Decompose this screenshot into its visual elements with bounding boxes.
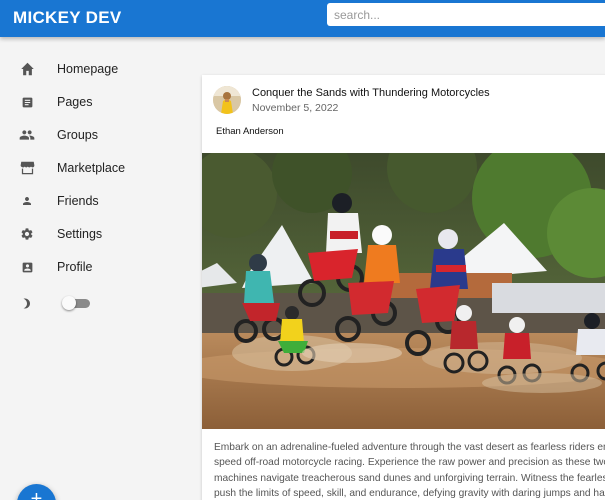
sidebar-item-label: Friends [57,194,99,208]
post-body-line: push the limits of speed, skill, and end… [214,487,605,499]
theme-row [0,288,60,318]
search-input[interactable] [327,3,605,26]
sidebar-item-profile[interactable]: Profile [0,252,190,282]
gear-icon [19,226,35,242]
sidebar-item-settings[interactable]: Settings [0,219,190,249]
sidebar-item-label: Homepage [57,62,119,76]
add-icon: + [30,488,43,500]
sidebar-item-groups[interactable]: Groups [0,120,190,150]
post-body: Embark on an adrenaline-fueled adventure… [214,440,605,500]
sidebar-item-label: Settings [57,227,103,241]
motocross-riders-jumping-photo [202,153,605,429]
sidebar-item-label: Pages [57,95,93,109]
article-icon [19,94,35,110]
post-title[interactable]: Conquer the Sands with Thundering Motorc… [252,87,490,99]
top-app-bar: MICKEY DEV [0,0,605,37]
group-icon [19,127,35,143]
account-box-icon [19,259,35,275]
home-icon [19,61,35,77]
post-date: November 5, 2022 [252,102,339,114]
sidebar-item-label: Groups [57,128,98,142]
post-body-line: machines navigate treacherous sand dunes… [214,472,605,484]
storefront-icon [19,160,35,176]
post-body-line: speed off-road motorcycle racing. Experi… [214,457,605,469]
sidebar-item-homepage[interactable]: Homepage [0,54,190,84]
app-title[interactable]: MICKEY DEV [13,8,122,28]
sidebar-item-label: Profile [57,260,93,274]
sidebar: Homepage Pages Groups Marketplace Friend… [0,37,200,500]
dark-mode-icon [19,295,35,311]
sidebar-item-pages[interactable]: Pages [0,87,190,117]
toggle-knob [62,296,76,310]
post-card: Conquer the Sands with Thundering Motorc… [202,75,605,500]
author-avatar[interactable] [213,86,241,114]
sidebar-item-label: Marketplace [57,161,126,175]
post-author[interactable]: Ethan Anderson [216,126,284,137]
sidebar-item-friends[interactable]: Friends [0,186,190,216]
sidebar-item-marketplace[interactable]: Marketplace [0,153,190,183]
post-body-line: Embark on an adrenaline-fueled adventure… [214,442,605,453]
person-icon [19,193,35,209]
dark-mode-toggle[interactable] [62,296,90,310]
